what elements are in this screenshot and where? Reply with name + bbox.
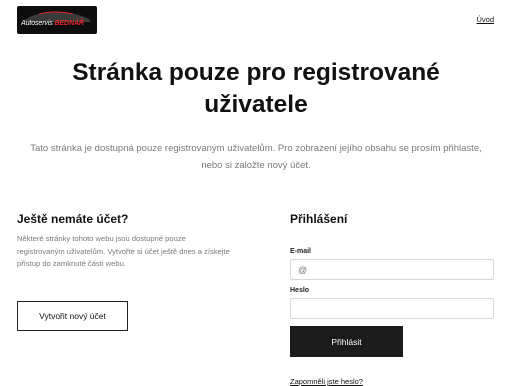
logo-text-part1: Autoservis: [21, 20, 55, 27]
page-lead-text: Tato stránka je dostupná pouze registrov…: [30, 143, 482, 171]
site-logo[interactable]: Autoservis BEDNÁŘ: [17, 6, 97, 34]
forgot-password-link[interactable]: Zapomněli jste heslo?: [290, 377, 363, 386]
logo-text: Autoservis BEDNÁŘ: [21, 20, 84, 27]
password-label: Heslo: [290, 287, 310, 294]
login-submit-button[interactable]: Přihlásit: [290, 326, 403, 357]
logo-text-part2: BEDNÁŘ: [54, 20, 84, 27]
signup-heading: Ještě nemáte účet?: [17, 212, 129, 226]
signup-description: Některé stránky tohoto webu jsou dostupn…: [17, 234, 230, 268]
create-account-button[interactable]: Vytvořit nový účet: [17, 301, 128, 331]
page-title: Stránka pouze pro registrované uživatele: [72, 59, 440, 118]
nav-home-link[interactable]: Úvod: [476, 15, 494, 24]
email-field[interactable]: [290, 259, 494, 280]
password-field[interactable]: [290, 298, 494, 319]
email-label: E-mail: [290, 248, 312, 255]
login-heading: Přihlášení: [290, 212, 348, 226]
